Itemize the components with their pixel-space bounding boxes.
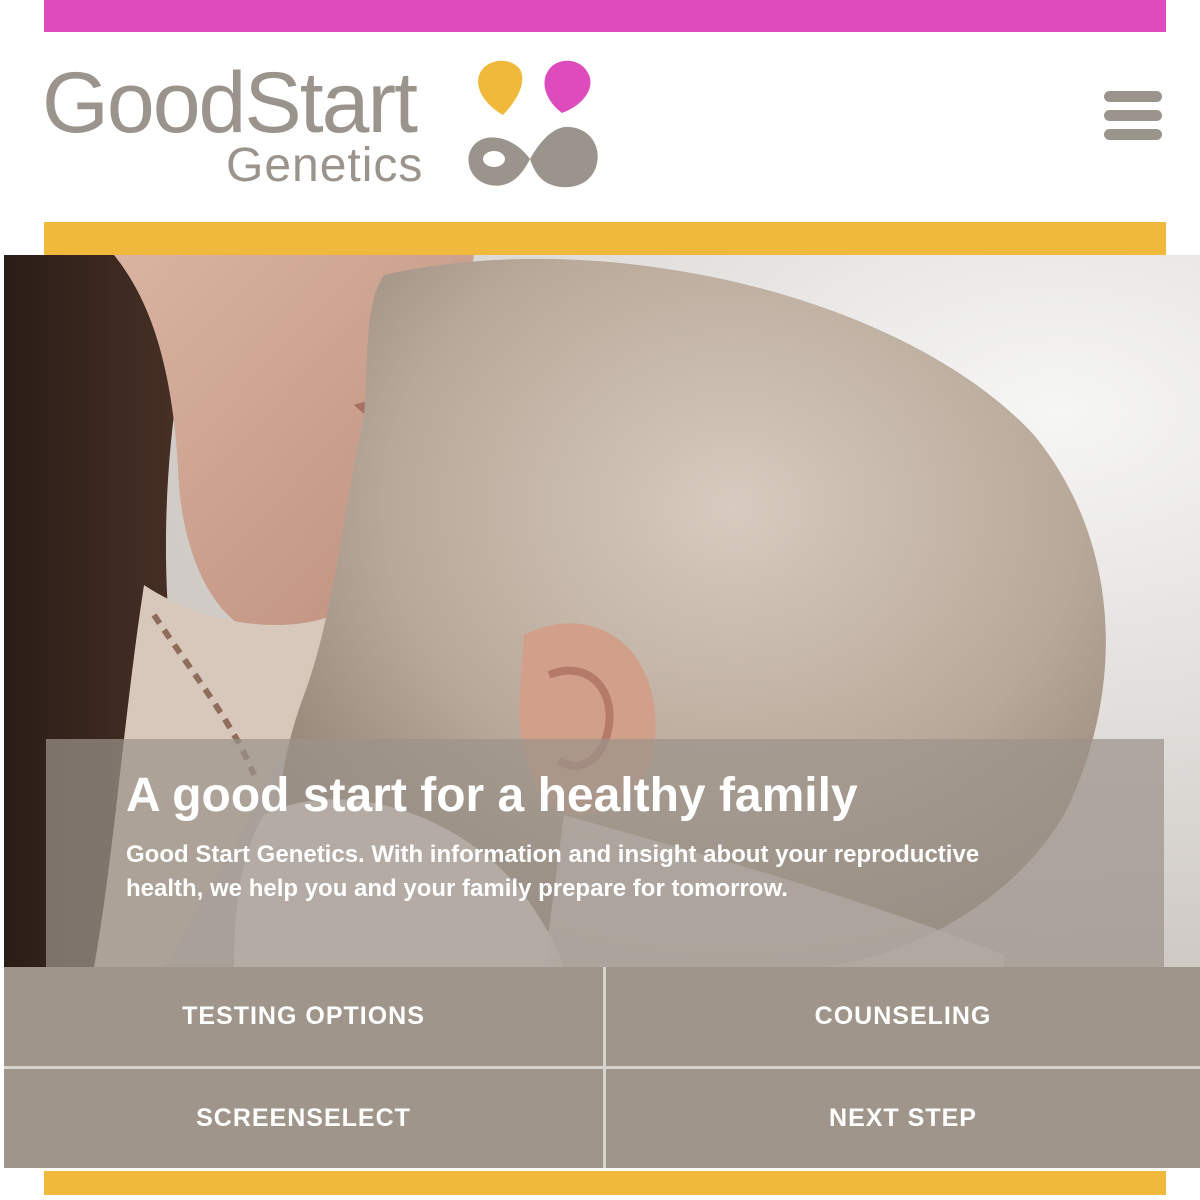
menu-line — [1104, 110, 1162, 121]
menu-line — [1104, 91, 1162, 102]
hero-caption-panel: A good start for a healthy family Good S… — [46, 739, 1164, 967]
page: GoodStart Genetics A good start for a he… — [0, 0, 1200, 1200]
menu-line — [1104, 129, 1162, 140]
ampersand-logo-icon — [468, 60, 598, 188]
site-logo[interactable]: GoodStart Genetics — [42, 55, 602, 195]
logo-wordmark-secondary: Genetics — [226, 139, 424, 192]
nav-tile-next-step[interactable]: NEXT STEP — [606, 1069, 1200, 1168]
gold-accent-bar — [44, 222, 1166, 255]
hero-description: Good Start Genetics. With information an… — [126, 841, 980, 902]
hero-title: A good start for a healthy family — [126, 769, 858, 822]
nav-tile-counseling[interactable]: COUNSELING — [606, 967, 1200, 1066]
nav-tile-testing-options[interactable]: TESTING OPTIONS — [4, 967, 603, 1066]
logo-wordmark-primary: GoodStart — [42, 55, 418, 151]
hamburger-menu-icon[interactable] — [1100, 86, 1166, 144]
quick-links-grid: TESTING OPTIONS COUNSELING SCREENSELECT … — [4, 967, 1200, 1168]
top-accent-bar — [44, 0, 1166, 32]
bottom-accent-bar — [44, 1171, 1166, 1195]
nav-tile-screenselect[interactable]: SCREENSELECT — [4, 1069, 603, 1168]
